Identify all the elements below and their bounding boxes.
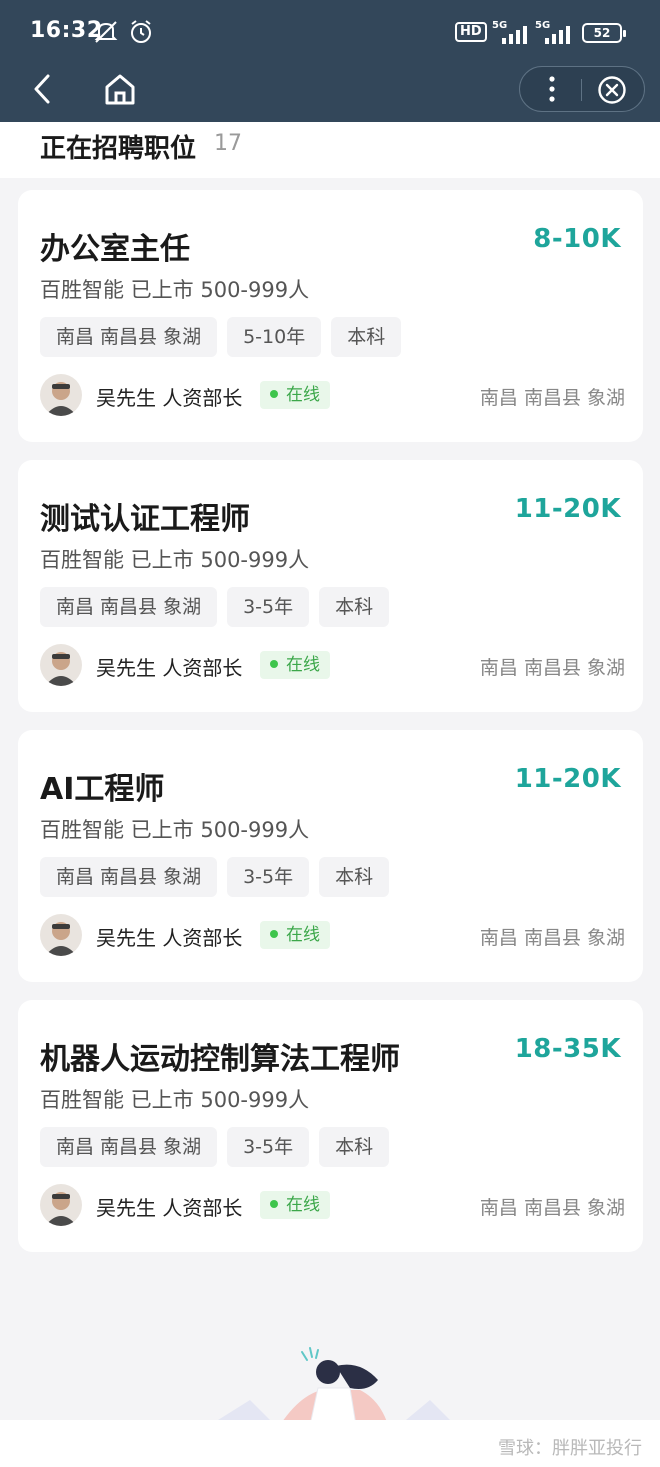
tag-experience: 3-5年 bbox=[227, 1127, 310, 1167]
watermark: 雪球：胖胖亚投行 bbox=[498, 1438, 642, 1459]
job-tags: 南昌 南昌县 象湖 3-5年 本科 bbox=[40, 587, 390, 627]
recruiter-row: 吴先生 人资部长 在线 南昌 南昌县 象湖 bbox=[40, 914, 625, 956]
tag-location: 南昌 南昌县 象湖 bbox=[40, 857, 218, 897]
tag-location: 南昌 南昌县 象湖 bbox=[40, 317, 218, 357]
online-label: 在线 bbox=[286, 925, 320, 945]
job-location: 南昌 南昌县 象湖 bbox=[479, 927, 625, 949]
avatar bbox=[40, 1184, 82, 1226]
tag-education: 本科 bbox=[331, 317, 402, 357]
online-badge: 在线 bbox=[260, 1191, 330, 1219]
online-dot-icon bbox=[270, 1200, 278, 1208]
job-title: 测试认证工程师 bbox=[40, 502, 250, 537]
job-card[interactable]: 测试认证工程师 11-20K 百胜智能 已上市 500-999人 南昌 南昌县 … bbox=[18, 460, 643, 712]
online-dot-icon bbox=[270, 930, 278, 938]
empty-state-illustration bbox=[210, 1347, 455, 1425]
job-salary: 18-35K bbox=[514, 1034, 621, 1064]
section-header: 正在招聘职位 17 bbox=[0, 122, 660, 178]
tag-location: 南昌 南昌县 象湖 bbox=[40, 587, 218, 627]
tag-experience: 3-5年 bbox=[227, 587, 310, 627]
online-dot-icon bbox=[270, 660, 278, 668]
section-title: 正在招聘职位 bbox=[40, 134, 197, 164]
company-info: 百胜智能 已上市 500-999人 bbox=[40, 278, 310, 302]
signal-bars-icon bbox=[502, 26, 527, 44]
close-circle-icon[interactable] bbox=[597, 75, 627, 105]
job-title: AI工程师 bbox=[40, 772, 165, 807]
job-location: 南昌 南昌县 象湖 bbox=[479, 387, 625, 409]
tag-education: 本科 bbox=[319, 857, 390, 897]
more-dots-icon[interactable] bbox=[540, 73, 564, 105]
online-badge: 在线 bbox=[260, 921, 330, 949]
avatar bbox=[40, 914, 82, 956]
top-bar: 16:32 HD 5G 5G 52 bbox=[0, 0, 660, 122]
recruiter-row: 吴先生 人资部长 在线 南昌 南昌县 象湖 bbox=[40, 374, 625, 416]
job-salary: 11-20K bbox=[514, 494, 621, 524]
tag-experience: 5-10年 bbox=[227, 317, 322, 357]
recruiter-name: 吴先生 人资部长 bbox=[96, 386, 243, 410]
company-info: 百胜智能 已上市 500-999人 bbox=[40, 818, 310, 842]
job-location: 南昌 南昌县 象湖 bbox=[479, 657, 625, 679]
tag-location: 南昌 南昌县 象湖 bbox=[40, 1127, 218, 1167]
online-dot-icon bbox=[270, 390, 278, 398]
job-tags: 南昌 南昌县 象湖 5-10年 本科 bbox=[40, 317, 402, 357]
back-arrow-icon[interactable] bbox=[28, 72, 58, 106]
recruiter-name: 吴先生 人资部长 bbox=[96, 1196, 243, 1220]
avatar bbox=[40, 644, 82, 686]
footer: 雪球：胖胖亚投行 bbox=[0, 1420, 660, 1467]
mini-program-capsule bbox=[519, 66, 645, 112]
mute-bell-icon bbox=[94, 21, 118, 43]
job-location: 南昌 南昌县 象湖 bbox=[479, 1197, 625, 1219]
recruiter-name: 吴先生 人资部长 bbox=[96, 926, 243, 950]
alarm-icon bbox=[131, 20, 151, 43]
hd-indicator: HD bbox=[455, 22, 487, 42]
online-label: 在线 bbox=[286, 385, 320, 405]
section-count: 17 bbox=[214, 131, 242, 156]
tag-education: 本科 bbox=[319, 587, 390, 627]
job-tags: 南昌 南昌县 象湖 3-5年 本科 bbox=[40, 857, 390, 897]
job-title: 办公室主任 bbox=[40, 232, 190, 267]
job-card[interactable]: AI工程师 11-20K 百胜智能 已上市 500-999人 南昌 南昌县 象湖… bbox=[18, 730, 643, 982]
recruiter-row: 吴先生 人资部长 在线 南昌 南昌县 象湖 bbox=[40, 644, 625, 686]
signal-bars-icon bbox=[545, 26, 570, 44]
avatar bbox=[40, 374, 82, 416]
status-bar: 16:32 HD 5G 5G 52 bbox=[0, 0, 660, 64]
job-card[interactable]: 机器人运动控制算法工程师 18-35K 百胜智能 已上市 500-999人 南昌… bbox=[18, 1000, 643, 1252]
online-label: 在线 bbox=[286, 655, 320, 675]
recruiter-name: 吴先生 人资部长 bbox=[96, 656, 243, 680]
job-tags: 南昌 南昌县 象湖 3-5年 本科 bbox=[40, 1127, 390, 1167]
company-info: 百胜智能 已上市 500-999人 bbox=[40, 548, 310, 572]
job-title: 机器人运动控制算法工程师 bbox=[40, 1042, 400, 1077]
online-label: 在线 bbox=[286, 1195, 320, 1215]
tag-education: 本科 bbox=[319, 1127, 390, 1167]
job-card[interactable]: 办公室主任 8-10K 百胜智能 已上市 500-999人 南昌 南昌县 象湖 … bbox=[18, 190, 643, 442]
recruiter-row: 吴先生 人资部长 在线 南昌 南昌县 象湖 bbox=[40, 1184, 625, 1226]
tag-experience: 3-5年 bbox=[227, 857, 310, 897]
home-icon[interactable] bbox=[102, 72, 138, 106]
online-badge: 在线 bbox=[260, 651, 330, 679]
job-salary: 8-10K bbox=[533, 224, 621, 254]
battery-indicator: 52 bbox=[582, 23, 626, 43]
company-info: 百胜智能 已上市 500-999人 bbox=[40, 1088, 310, 1112]
online-badge: 在线 bbox=[260, 381, 330, 409]
capsule-divider bbox=[581, 79, 582, 101]
job-salary: 11-20K bbox=[514, 764, 621, 794]
